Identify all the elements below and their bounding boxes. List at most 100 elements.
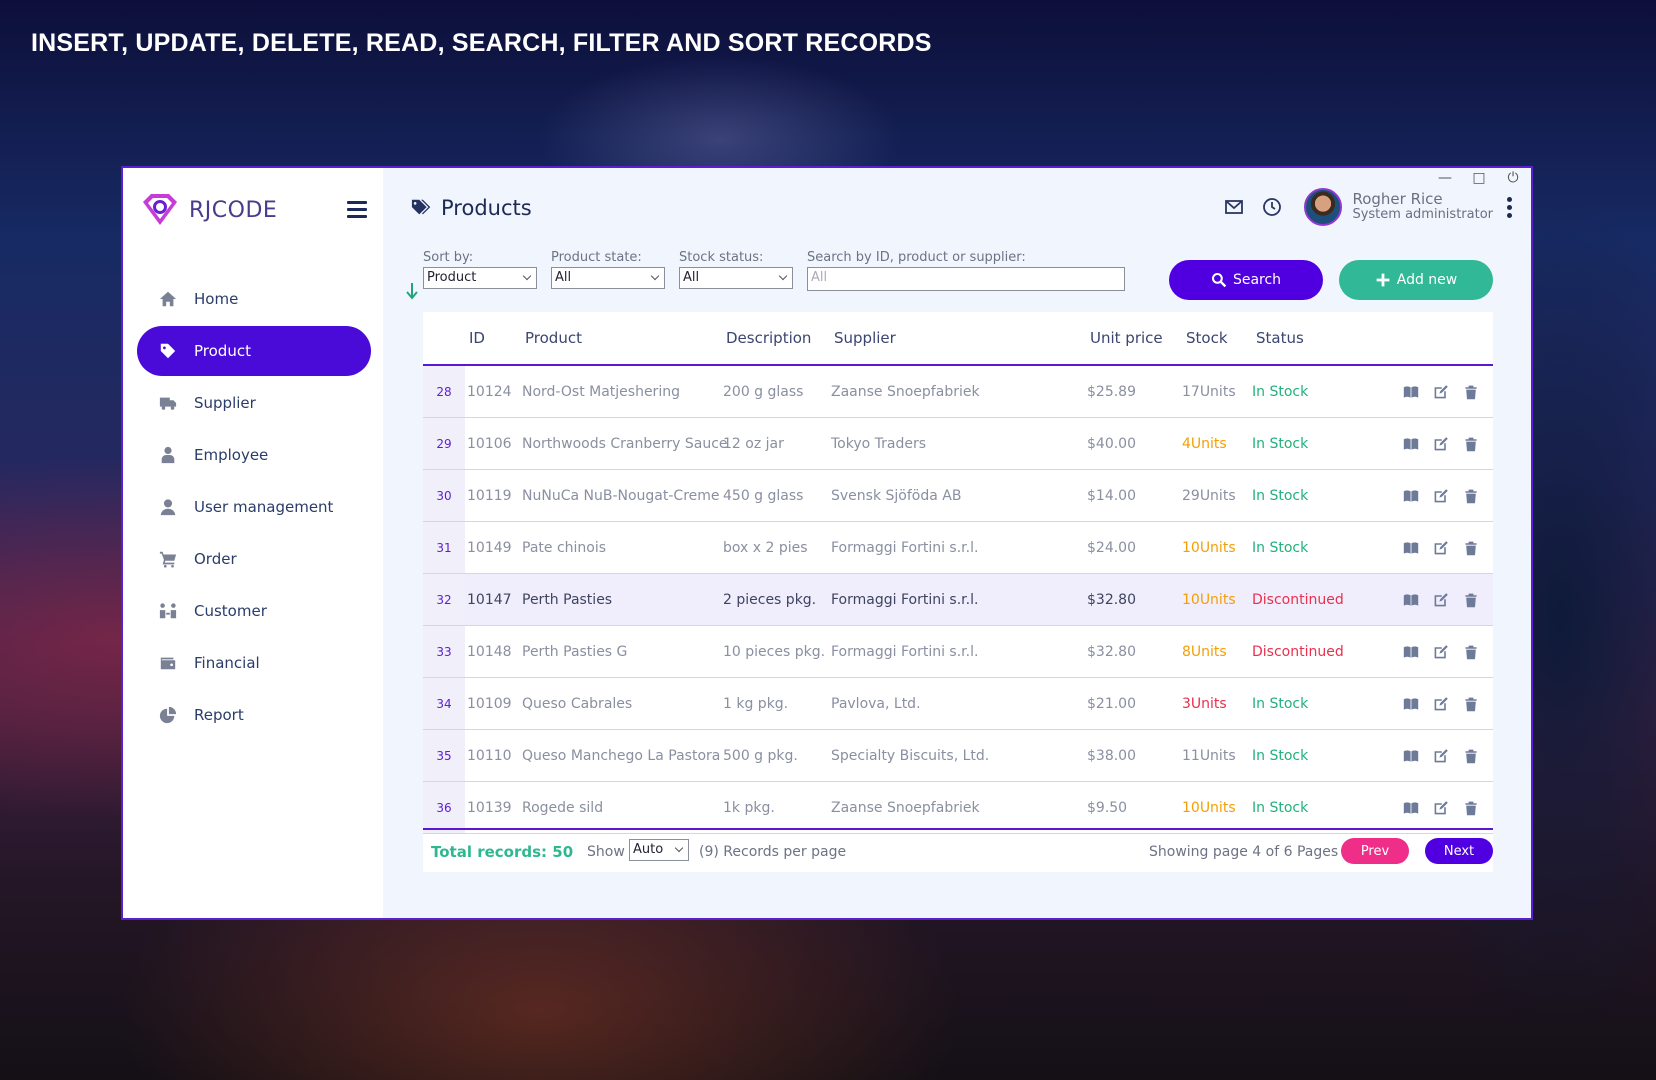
stock-filter: Stock status: All [679, 250, 793, 289]
sidebar-item-home[interactable]: Home [137, 274, 371, 324]
column-header-stock[interactable]: Stock [1186, 329, 1228, 347]
cell-product: Northwoods Cranberry Sauce [522, 435, 728, 452]
edit-icon[interactable] [1433, 436, 1449, 452]
avatar[interactable] [1304, 188, 1343, 226]
cell-id: 10149 [467, 539, 512, 556]
cell-product: Pate chinois [522, 539, 607, 556]
sidebar-item-financial[interactable]: Financial [137, 638, 371, 688]
sidebar-item-label: Order [194, 550, 237, 568]
cell-supplier: Tokyo Traders [831, 435, 927, 452]
more-options-icon[interactable] [1507, 194, 1513, 221]
sidebar-item-supplier[interactable]: Supplier [137, 378, 371, 428]
power-icon[interactable]: ⏻ [1505, 170, 1521, 186]
delete-icon[interactable] [1463, 488, 1479, 504]
table-row[interactable]: 34 10109 Queso Cabrales 1 kg pkg. Pavlov… [423, 678, 1493, 730]
delete-icon[interactable] [1463, 748, 1479, 764]
sort-direction-icon[interactable] [405, 282, 419, 300]
edit-icon[interactable] [1433, 748, 1449, 764]
edit-icon[interactable] [1433, 540, 1449, 556]
cell-supplier: Svensk Sjöföda AB [831, 487, 962, 504]
cell-product: NuNuCa NuB-Nougat-Creme [522, 487, 720, 504]
table-row[interactable]: 35 10110 Queso Manchego La Pastora 500 g… [423, 730, 1493, 782]
view-book-icon[interactable] [1403, 488, 1419, 504]
stock-select[interactable]: All [679, 267, 793, 289]
page-info: Showing page 4 of 6 Pages [1149, 844, 1339, 860]
page-title: Products [411, 196, 532, 220]
column-header-product[interactable]: Product [525, 329, 582, 347]
column-header-description[interactable]: Description [726, 329, 811, 347]
edit-icon[interactable] [1433, 696, 1449, 712]
maximize-icon[interactable]: □ [1471, 170, 1487, 186]
cell-unit-price: $38.00 [1087, 747, 1136, 764]
view-book-icon[interactable] [1403, 800, 1419, 816]
page-size-select[interactable]: Auto [629, 839, 689, 861]
table-row[interactable]: 32 10147 Perth Pasties 2 pieces pkg. For… [423, 574, 1493, 626]
search-button[interactable]: Search [1169, 260, 1323, 300]
table-row[interactable]: 33 10148 Perth Pasties G 10 pieces pkg. … [423, 626, 1493, 678]
app-window: RJCODE Home Product Supplier Employee Us… [121, 166, 1533, 920]
edit-icon[interactable] [1433, 488, 1449, 504]
sidebar-item-report[interactable]: Report [137, 690, 371, 740]
delete-icon[interactable] [1463, 800, 1479, 816]
cell-supplier: Pavlova, Ltd. [831, 695, 921, 712]
cell-description: 200 g glass [723, 383, 804, 400]
table-row[interactable]: 29 10106 Northwoods Cranberry Sauce 12 o… [423, 418, 1493, 470]
table-row[interactable]: 31 10149 Pate chinois box x 2 pies Forma… [423, 522, 1493, 574]
cell-unit-price: $9.50 [1087, 799, 1128, 816]
home-icon [157, 290, 179, 308]
row-number: 33 [423, 626, 465, 677]
column-header-id[interactable]: ID [469, 329, 485, 347]
table-row[interactable]: 30 10119 NuNuCa NuB-Nougat-Creme 450 g g… [423, 470, 1493, 522]
sidebar-item-label: Financial [194, 654, 260, 672]
diamond-logo-icon [143, 194, 177, 225]
sidebar-item-employee[interactable]: Employee [137, 430, 371, 480]
truck-icon [157, 394, 179, 412]
view-book-icon[interactable] [1403, 540, 1419, 556]
user-icon [157, 498, 179, 516]
column-header-supplier[interactable]: Supplier [834, 329, 896, 347]
cell-status: In Stock [1252, 695, 1309, 712]
delete-icon[interactable] [1463, 384, 1479, 400]
view-book-icon[interactable] [1403, 644, 1419, 660]
view-book-icon[interactable] [1403, 592, 1419, 608]
column-header-unit-price[interactable]: Unit price [1090, 329, 1163, 347]
edit-icon[interactable] [1433, 384, 1449, 400]
hamburger-menu-icon[interactable] [347, 201, 367, 218]
row-actions [1403, 592, 1479, 608]
view-book-icon[interactable] [1403, 748, 1419, 764]
edit-icon[interactable] [1433, 644, 1449, 660]
next-button[interactable]: Next [1425, 838, 1493, 864]
search-button-label: Search [1232, 272, 1282, 288]
column-header-status[interactable]: Status [1256, 329, 1304, 347]
state-select[interactable]: All [551, 267, 665, 289]
sidebar-item-order[interactable]: Order [137, 534, 371, 584]
sidebar-item-user-management[interactable]: User management [137, 482, 371, 532]
edit-icon[interactable] [1433, 592, 1449, 608]
view-book-icon[interactable] [1403, 384, 1419, 400]
table-row[interactable]: 36 10139 Rogede sild 1k pkg. Zaanse Snoe… [423, 782, 1493, 834]
cell-id: 10124 [467, 383, 512, 400]
cell-description: 1k pkg. [723, 799, 775, 816]
table-row[interactable]: 28 10124 Nord-Ost Matjeshering 200 g gla… [423, 366, 1493, 418]
view-book-icon[interactable] [1403, 436, 1419, 452]
minimize-icon[interactable]: — [1437, 170, 1453, 186]
sort-select[interactable]: Product [423, 267, 537, 289]
cell-description: 450 g glass [723, 487, 804, 504]
sidebar-item-customer[interactable]: Customer [137, 586, 371, 636]
delete-icon[interactable] [1463, 540, 1479, 556]
search-input[interactable]: All [807, 267, 1125, 291]
delete-icon[interactable] [1463, 592, 1479, 608]
cell-product: Queso Cabrales [522, 695, 633, 712]
prev-button[interactable]: Prev [1341, 838, 1409, 864]
delete-icon[interactable] [1463, 436, 1479, 452]
clock-icon[interactable] [1262, 197, 1282, 217]
delete-icon[interactable] [1463, 696, 1479, 712]
mail-icon[interactable] [1224, 197, 1244, 217]
view-book-icon[interactable] [1403, 696, 1419, 712]
cell-id: 10148 [467, 643, 512, 660]
edit-icon[interactable] [1433, 800, 1449, 816]
delete-icon[interactable] [1463, 644, 1479, 660]
add-new-button[interactable]: Add new [1339, 260, 1493, 300]
sidebar-item-product[interactable]: Product [137, 326, 371, 376]
row-number: 31 [423, 522, 465, 573]
